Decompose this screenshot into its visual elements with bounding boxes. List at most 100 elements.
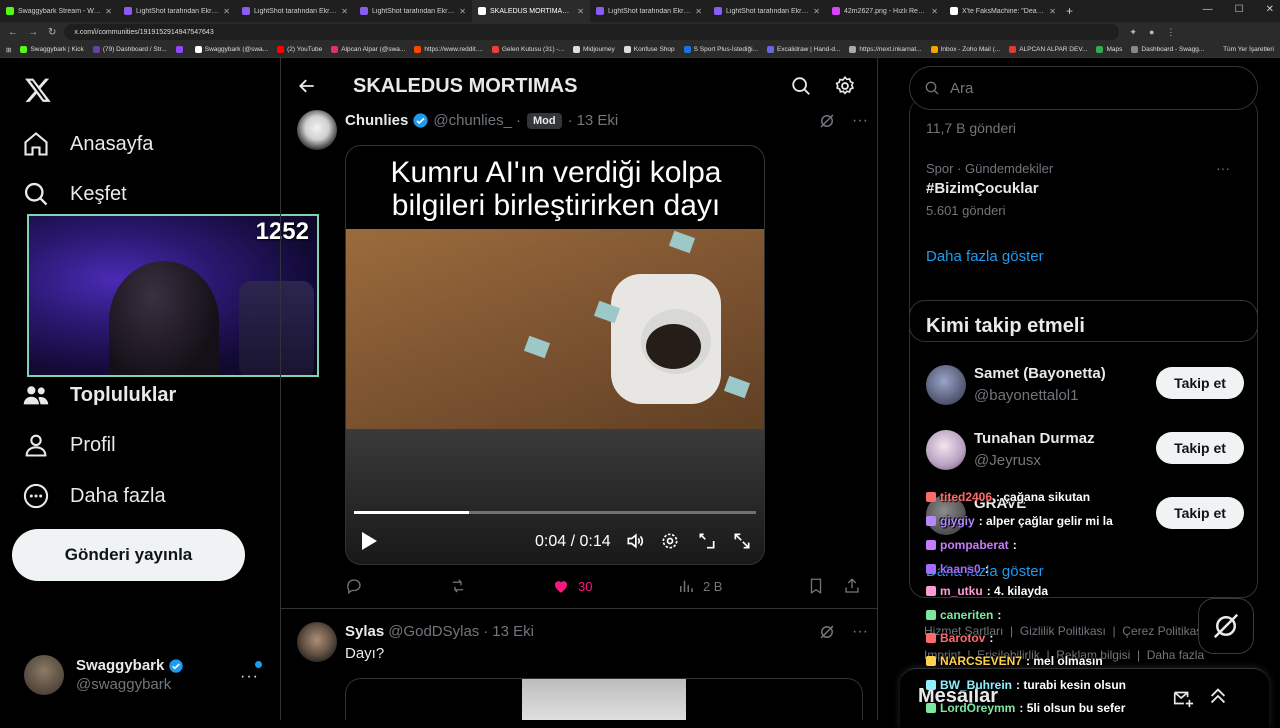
author-name[interactable]: Sylas	[345, 623, 384, 640]
author-name[interactable]: Chunlies	[345, 112, 408, 129]
follow-button[interactable]: Takip et	[1156, 367, 1244, 399]
back-nav-icon[interactable]: ←	[8, 27, 18, 38]
bookmark-item[interactable]: Excalidraw | Hand-d...	[766, 46, 840, 53]
apps-icon[interactable]: ⊞	[6, 46, 11, 54]
tab-close-icon[interactable]: ✕	[341, 7, 348, 16]
bookmark-item[interactable]	[175, 46, 186, 53]
image-content	[522, 679, 686, 720]
post-date[interactable]: 13 Eki	[577, 112, 619, 129]
maximize-icon[interactable]: ☐	[1235, 4, 1244, 15]
browser-tab[interactable]: LightShot tarafından Ekran Gö✕	[708, 0, 826, 22]
repost-button[interactable]	[448, 577, 468, 595]
video-settings-icon[interactable]	[660, 531, 680, 556]
tab-close-icon[interactable]: ✕	[105, 7, 112, 16]
more-options-icon[interactable]: ···	[852, 112, 868, 135]
follow-button[interactable]: Takip et	[1156, 432, 1244, 464]
play-icon[interactable]	[360, 531, 378, 556]
trend-tag[interactable]: #BizimÇocuklar	[926, 180, 1039, 197]
grok-icon[interactable]	[818, 112, 836, 135]
gear-icon[interactable]	[834, 75, 856, 102]
url-field[interactable]: x.com/i/communities/1919152914947547643	[64, 24, 1120, 40]
bookmark-favicon-icon	[92, 46, 100, 53]
close-icon[interactable]: ✕	[1266, 4, 1274, 15]
tab-close-icon[interactable]: ✕	[223, 7, 230, 16]
browser-tab[interactable]: LightShot tarafından Ekran Gö✕	[354, 0, 472, 22]
minimize-icon[interactable]: —	[1203, 4, 1213, 15]
fullscreen-icon[interactable]	[732, 531, 752, 556]
tab-close-icon[interactable]: ✕	[1049, 7, 1056, 16]
bookmark-item[interactable]: Dashboard - Swagg...	[1131, 46, 1204, 53]
bookmark-item[interactable]: Gelen Kutusu (31) -...	[491, 46, 564, 53]
x-logo-icon[interactable]	[24, 76, 52, 109]
account-switcher[interactable]: Swaggybark @swaggybark	[24, 655, 184, 695]
browser-menu-icon[interactable]: ⋮	[1166, 27, 1175, 38]
nav-explore[interactable]: Keşfet	[22, 180, 127, 208]
tab-close-icon[interactable]: ✕	[459, 7, 466, 16]
nav-profile[interactable]: Profil	[22, 431, 116, 459]
bookmark-item[interactable]: (79) Dashboard / Str...	[92, 46, 167, 53]
reply-button[interactable]	[345, 577, 363, 595]
profile-icon-browser[interactable]: ●	[1149, 27, 1154, 38]
post-image[interactable]	[345, 678, 863, 720]
chat-username: tited2406	[940, 490, 993, 504]
back-arrow-icon[interactable]	[297, 76, 317, 102]
browser-tab[interactable]: X'te FaksMachine: "Dear Mr Ay ✕	[944, 0, 1062, 22]
trend-more-icon[interactable]: ···	[1216, 160, 1230, 176]
bookmark-item[interactable]: Konfuse Shop	[623, 46, 675, 53]
browser-tab[interactable]: SKALEDUS MORTIMAS Topluluğu ✕	[472, 0, 590, 22]
nav-home[interactable]: Anasayfa	[22, 130, 153, 158]
bookmark-item[interactable]: Swaggybark (@swa...	[194, 46, 268, 53]
avatar[interactable]	[297, 622, 337, 662]
share-icon[interactable]	[843, 577, 861, 595]
browser-tab[interactable]: Swaggybark Stream - Watch Li ✕	[0, 0, 118, 22]
tab-close-icon[interactable]: ✕	[577, 7, 584, 16]
browser-tab[interactable]: 42m2627.png - Hızlı Resim ✕	[826, 0, 944, 22]
author-handle[interactable]: @GodDSylas	[388, 623, 479, 640]
new-tab-icon[interactable]: +	[1066, 4, 1073, 18]
bookmark-item[interactable]: Alpcan Alpar (@swa...	[331, 46, 405, 53]
post-date[interactable]: 13 Eki	[492, 623, 534, 640]
search-input[interactable]: Ara	[909, 66, 1258, 110]
account-more-icon[interactable]: ···	[240, 668, 259, 686]
community-search-icon[interactable]	[790, 75, 812, 102]
bookmark-item[interactable]: Maps	[1096, 46, 1122, 53]
bookmark-item[interactable]: Inbox - Zoho Mail (...	[930, 46, 1000, 53]
avatar[interactable]	[297, 110, 337, 150]
tab-label: LightShot tarafından Ekran Gö	[372, 7, 456, 15]
picture-in-picture-icon[interactable]	[697, 531, 717, 556]
show-more-trends[interactable]: Daha fazla göster	[926, 248, 1044, 265]
nav-more[interactable]: Daha fazla	[22, 482, 166, 510]
reload-icon[interactable]: ↻	[48, 27, 56, 38]
bookmark-favicon-icon	[20, 46, 28, 53]
video-progress-bar[interactable]	[354, 511, 756, 514]
volume-icon[interactable]	[625, 531, 645, 556]
bookmark-item[interactable]: ALPCAN ALPAR DEV...	[1009, 46, 1087, 53]
like-button[interactable]: 30	[552, 577, 592, 595]
bookmark-item[interactable]: https://next.inkarnat...	[849, 46, 922, 53]
forward-nav-icon[interactable]: →	[28, 27, 38, 38]
browser-tab[interactable]: LightShot tarafından Ekran Gö✕	[118, 0, 236, 22]
tab-close-icon[interactable]: ✕	[695, 7, 702, 16]
extension-icon[interactable]: ✦	[1129, 27, 1137, 38]
author-handle[interactable]: @chunlies_	[433, 112, 512, 129]
browser-tab[interactable]: LightShot tarafından Ekran Gö✕	[236, 0, 354, 22]
bookmark-item[interactable]: Midjourney	[573, 46, 615, 53]
grok-icon[interactable]	[818, 623, 836, 646]
views-button[interactable]: 2 B	[677, 577, 722, 595]
more-options-icon[interactable]: ···	[852, 623, 868, 646]
all-bookmarks-link[interactable]: Tüm Yer İşaretleri	[1223, 46, 1274, 53]
tab-label: LightShot tarafından Ekran Gö	[608, 7, 692, 15]
post-button[interactable]: Gönderi yayınla	[12, 529, 245, 581]
follow-suggestion[interactable]: Samet (Bayonetta) @bayonettalol1 Takip e…	[926, 361, 1244, 411]
video-player[interactable]: Kumru AI'ın verdiği kolpa bilgileri birl…	[345, 145, 765, 565]
chat-badge-icon	[926, 656, 936, 666]
tab-close-icon[interactable]: ✕	[931, 7, 938, 16]
bookmark-item[interactable]: (2) YouTube	[277, 46, 322, 53]
bookmark-item[interactable]: Swaggybark | Kick	[20, 46, 84, 53]
browser-tab[interactable]: LightShot tarafından Ekran Gö✕	[590, 0, 708, 22]
bookmark-item[interactable]: https://www.reddit....	[414, 46, 483, 53]
bookmark-item[interactable]: S Sport Plus-İstediği...	[683, 46, 758, 53]
tab-close-icon[interactable]: ✕	[813, 7, 820, 16]
nav-communities[interactable]: Topluluklar	[22, 381, 176, 409]
bookmark-icon[interactable]	[807, 577, 825, 595]
